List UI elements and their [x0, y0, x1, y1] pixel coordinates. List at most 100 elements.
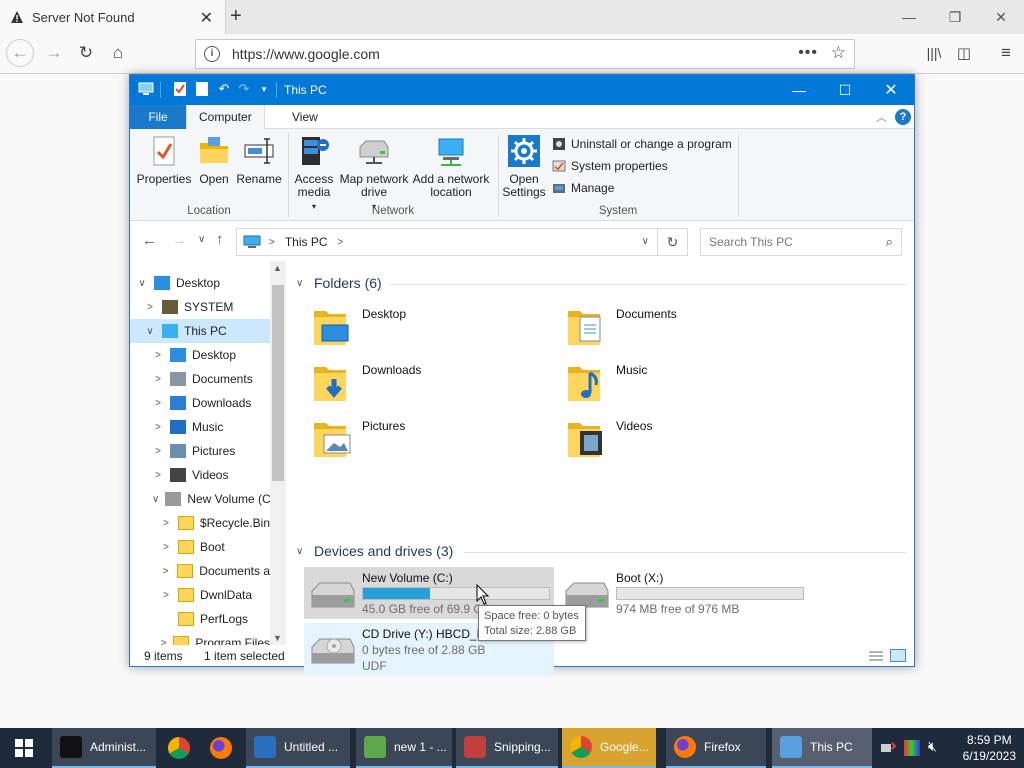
help-icon[interactable]: ? — [895, 109, 911, 125]
home-icon[interactable]: ⌂ — [104, 39, 132, 67]
nav-tree-item[interactable]: > Downloads — [130, 391, 270, 415]
taskbar-button[interactable]: Snipping... — [456, 728, 558, 768]
nav-tree-item[interactable]: > Videos — [130, 463, 270, 487]
undo-icon[interactable]: ↶ — [216, 81, 232, 97]
close-tab-icon[interactable]: ✕ — [200, 8, 213, 28]
collapsed-chevron-icon[interactable]: > — [152, 470, 164, 481]
nav-tree-item[interactable]: > Music — [130, 415, 270, 439]
uninstall-program-button[interactable]: Uninstall or change a program — [552, 137, 732, 151]
open-button[interactable]: Open — [196, 135, 232, 186]
add-network-location-button[interactable]: Add a network location — [412, 135, 490, 199]
refresh-icon[interactable]: ↻ — [658, 228, 688, 256]
nav-tree-item[interactable]: > Documents a — [130, 559, 270, 583]
explorer-maximize-icon[interactable]: ☐ — [822, 75, 868, 105]
collapsed-chevron-icon[interactable]: > — [152, 446, 164, 457]
nav-tree-item[interactable]: > Boot — [130, 535, 270, 559]
large-icons-view-icon[interactable] — [890, 649, 906, 662]
search-input[interactable]: Search This PC ⌕ — [700, 228, 902, 256]
collapsed-chevron-icon[interactable]: > — [152, 374, 164, 385]
drive-x[interactable]: Boot (X:) 974 MB free of 976 MB — [558, 567, 808, 619]
expanded-chevron-icon[interactable]: ∨ — [136, 278, 148, 289]
nav-tree-item[interactable]: > Pictures — [130, 439, 270, 463]
volume-muted-icon[interactable]: 🔇︎ — [928, 738, 937, 755]
collapsed-chevron-icon[interactable]: > — [152, 398, 164, 409]
expanded-chevron-icon[interactable]: ∨ — [144, 326, 156, 337]
forward-icon[interactable]: → — [40, 39, 68, 67]
explorer-minimize-icon[interactable]: — — [776, 75, 822, 105]
nav-tree-item[interactable]: > DwnlData — [130, 583, 270, 607]
taskbar-button[interactable]: Untitled ... — [246, 728, 350, 768]
page-actions-icon[interactable]: ••• — [798, 44, 818, 62]
forward-arrow-icon[interactable]: → — [172, 232, 187, 249]
collapsed-chevron-icon[interactable]: > — [152, 422, 164, 433]
library-icon[interactable]: |||\ — [920, 39, 948, 67]
display-tray-icon[interactable] — [904, 740, 920, 756]
back-icon[interactable]: ← — [6, 39, 34, 67]
folder-item[interactable]: Music — [558, 357, 798, 407]
restore-icon[interactable]: ❐ — [932, 0, 978, 34]
url-bar[interactable]: i https://www.google.com ••• ☆ — [195, 39, 855, 69]
tab-file[interactable]: File — [130, 105, 186, 129]
taskbar-button[interactable]: Firefox — [666, 728, 766, 768]
tab-computer[interactable]: Computer — [186, 105, 265, 130]
taskbar-button[interactable]: This PC — [772, 728, 872, 768]
nav-tree-item[interactable]: > Documents — [130, 367, 270, 391]
nav-tree-item[interactable]: ∨ This PC — [130, 319, 270, 343]
collapsed-chevron-icon[interactable]: > — [160, 542, 172, 553]
open-settings-button[interactable]: Open Settings — [502, 135, 546, 199]
customize-quick-access-icon[interactable]: ▾ — [256, 81, 272, 97]
info-icon[interactable]: i — [204, 46, 220, 62]
access-media-button[interactable]: Access media ▾ — [292, 135, 336, 213]
system-properties-button[interactable]: System properties — [552, 159, 668, 173]
explorer-close-icon[interactable]: ✕ — [868, 75, 914, 105]
new-folder-quick-icon[interactable] — [194, 81, 210, 97]
bookmark-star-icon[interactable]: ☆ — [831, 43, 846, 63]
folder-item[interactable]: Videos — [558, 413, 798, 463]
close-icon[interactable]: ✕ — [978, 0, 1024, 34]
system-clock[interactable]: 8:59 PM 6/19/2023 — [963, 732, 1016, 764]
details-view-icon[interactable] — [868, 650, 884, 662]
nav-tree-item[interactable]: > Program Files — [130, 631, 270, 645]
reload-icon[interactable]: ↻ — [72, 39, 100, 67]
menu-icon[interactable]: ≡ — [992, 39, 1020, 67]
taskbar-button[interactable]: Google... — [562, 728, 656, 768]
collapsed-chevron-icon[interactable]: > — [160, 566, 171, 577]
expanded-chevron-icon[interactable]: ∨ — [152, 494, 159, 505]
address-dropdown-icon[interactable]: ∨ — [642, 236, 649, 247]
sidebar-icon[interactable]: ◫ — [950, 39, 978, 67]
drives-group-header[interactable]: ∨ Devices and drives (3) — [296, 543, 453, 559]
collapse-ribbon-icon[interactable]: ︿ — [876, 109, 887, 125]
recent-locations-icon[interactable]: ∨ — [198, 234, 205, 245]
address-bar[interactable]: > This PC > ∨ — [236, 228, 658, 256]
nav-scrollbar-thumb[interactable] — [272, 285, 284, 481]
properties-button[interactable]: Properties — [136, 135, 192, 186]
properties-quick-icon[interactable] — [172, 81, 188, 97]
nav-tree-item[interactable]: > SYSTEM — [130, 295, 270, 319]
taskbar-button[interactable]: Administ... — [52, 728, 156, 768]
folder-item[interactable]: Desktop — [304, 301, 544, 351]
browser-tab[interactable]: Server Not Found ✕ — [0, 0, 226, 34]
collapsed-chevron-icon[interactable]: > — [160, 590, 172, 601]
folder-item[interactable]: Documents — [558, 301, 798, 351]
new-tab-icon[interactable]: + — [230, 5, 242, 28]
nav-tree-item[interactable]: > $Recycle.Bin — [130, 511, 270, 535]
collapsed-chevron-icon[interactable]: > — [160, 518, 172, 529]
taskbar-button[interactable]: new 1 - ... — [356, 728, 452, 768]
taskbar-button[interactable] — [158, 728, 198, 768]
tab-view[interactable]: View — [280, 105, 330, 129]
collapsed-chevron-icon[interactable]: > — [144, 302, 156, 313]
taskbar-button[interactable] — [200, 728, 242, 768]
nav-tree-item[interactable]: PerfLogs — [130, 607, 270, 631]
folder-item[interactable]: Pictures — [304, 413, 544, 463]
back-arrow-icon[interactable]: ← — [142, 232, 157, 249]
minimize-icon[interactable]: — — [886, 0, 932, 34]
folders-group-header[interactable]: ∨ Folders (6) — [296, 275, 382, 291]
redo-icon[interactable]: ↷ — [236, 81, 252, 97]
folder-item[interactable]: Downloads — [304, 357, 544, 407]
nav-tree-item[interactable]: > Desktop — [130, 343, 270, 367]
collapsed-chevron-icon[interactable]: > — [160, 638, 167, 646]
map-network-drive-button[interactable]: Map network drive ▾ — [338, 135, 410, 213]
rename-button[interactable]: Rename — [236, 135, 282, 186]
nav-tree-item[interactable]: ∨ New Volume (C — [130, 487, 270, 511]
nav-tree-item[interactable]: ∨ Desktop — [130, 271, 270, 295]
